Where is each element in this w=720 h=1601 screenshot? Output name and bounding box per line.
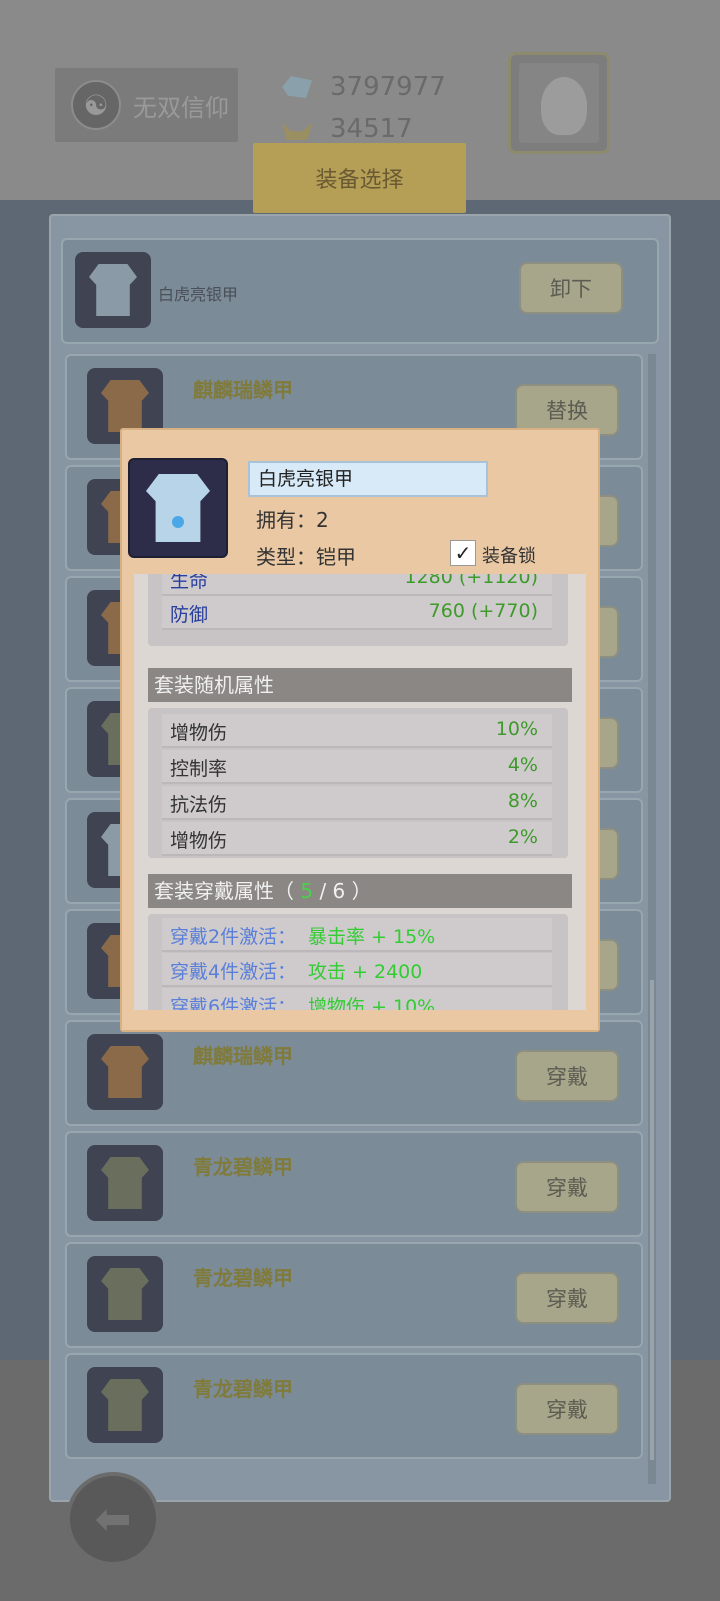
armor-icon bbox=[87, 1367, 163, 1443]
wear-title-suffix: / 6 ） bbox=[319, 879, 372, 903]
list-scrollbar-thumb[interactable] bbox=[650, 980, 654, 1460]
popup-equip-icon bbox=[128, 458, 228, 558]
current-equip-row: 卸下 bbox=[61, 238, 659, 344]
armor-icon bbox=[87, 1034, 163, 1110]
popup-stats-scroll[interactable]: 生命 1280 (+1120) 防御 760 (+770) 套装随机属性 增物伤… bbox=[134, 574, 586, 1010]
wear-stats-title: 套装穿戴属性（ 5 / 6 ） bbox=[148, 874, 572, 908]
equip-select-tab: 装备选择 bbox=[253, 143, 466, 213]
stat-value: 2% bbox=[507, 826, 538, 848]
wear-bonus-cond: 穿戴6件激活： bbox=[170, 996, 297, 1010]
current-equip-name: 白虎亮银甲 bbox=[158, 285, 239, 304]
list-item[interactable]: 青龙碧鳞甲 穿戴 bbox=[65, 1131, 643, 1237]
stat-row: 控制率 4% bbox=[162, 750, 552, 784]
back-button[interactable]: ⬅ bbox=[66, 1472, 160, 1566]
wear-bonus-effect: 增物伤 + 10% bbox=[308, 996, 436, 1010]
wear-title-prefix: 套装穿戴属性（ bbox=[154, 879, 294, 903]
armor-icon bbox=[87, 1145, 163, 1221]
popup-owned: 拥有：2 bbox=[256, 508, 329, 532]
stat-key: 增物伤 bbox=[170, 830, 228, 852]
list-item-name: 麒麟瑞鳞甲 bbox=[193, 1044, 293, 1068]
wear-bonus-cond: 穿戴4件激活： bbox=[170, 961, 297, 983]
list-item-name: 青龙碧鳞甲 bbox=[193, 1155, 293, 1179]
ingot-icon bbox=[282, 122, 312, 140]
ingot-count: 34517 bbox=[330, 114, 413, 144]
wear-bonus-row: 穿戴2件激活： 暴击率 + 15% bbox=[162, 918, 552, 952]
stat-key: 增物伤 bbox=[170, 722, 228, 744]
equip-lock-label: 装备锁 bbox=[482, 546, 536, 567]
popup-type: 类型：铠甲 bbox=[256, 545, 356, 569]
avatar-portrait bbox=[519, 63, 599, 143]
stat-row: 抗法伤 8% bbox=[162, 786, 552, 820]
stat-value: 4% bbox=[507, 754, 538, 776]
wear-bonus-cond: 穿戴2件激活： bbox=[170, 926, 297, 948]
back-arrow-icon: ⬅ bbox=[94, 1493, 132, 1545]
stat-value: 1280 (+1120) bbox=[404, 574, 539, 588]
faith-button[interactable]: ☯ 无双信仰 bbox=[55, 68, 238, 142]
armor-icon bbox=[87, 1256, 163, 1332]
equip-button[interactable]: 穿戴 bbox=[515, 1161, 619, 1213]
stat-row: 生命 1280 (+1120) bbox=[162, 574, 552, 596]
list-item-name: 青龙碧鳞甲 bbox=[193, 1266, 293, 1290]
equip-lock-checkbox[interactable]: ✓ bbox=[450, 540, 476, 566]
current-equip-icon bbox=[75, 252, 151, 328]
stat-value: 760 (+770) bbox=[428, 600, 538, 622]
ingot-resource: 34517 bbox=[282, 114, 413, 144]
gem-resource: 3797977 bbox=[282, 72, 446, 102]
stat-row: 增物伤 2% bbox=[162, 822, 552, 856]
stat-key: 抗法伤 bbox=[170, 794, 228, 816]
list-item[interactable]: 青龙碧鳞甲 穿戴 bbox=[65, 1242, 643, 1348]
wear-bonus-row: 穿戴4件激活： 攻击 + 2400 bbox=[162, 953, 552, 987]
list-item[interactable]: 青龙碧鳞甲 穿戴 bbox=[65, 1353, 643, 1459]
list-item-name: 麒麟瑞鳞甲 bbox=[193, 378, 293, 402]
stat-key: 控制率 bbox=[170, 758, 228, 780]
taiji-icon: ☯ bbox=[71, 80, 121, 130]
stat-row: 增物伤 10% bbox=[162, 714, 552, 748]
equip-button[interactable]: 穿戴 bbox=[515, 1050, 619, 1102]
wear-bonus-effect: 攻击 + 2400 bbox=[308, 961, 423, 983]
equip-button[interactable]: 穿戴 bbox=[515, 1272, 619, 1324]
wear-count: 5 bbox=[300, 879, 314, 903]
stat-value: 8% bbox=[507, 790, 538, 812]
stat-value: 10% bbox=[495, 718, 538, 740]
gem-count: 3797977 bbox=[330, 72, 446, 102]
stat-key: 生命 bbox=[170, 574, 209, 592]
faith-button-label: 无双信仰 bbox=[133, 93, 229, 122]
popup-equip-name: 白虎亮银甲 bbox=[248, 461, 488, 497]
list-item-name: 青龙碧鳞甲 bbox=[193, 1377, 293, 1401]
wear-bonus-row: 穿戴6件激活： 增物伤 + 10% bbox=[162, 988, 552, 1010]
random-stats-title: 套装随机属性 bbox=[148, 668, 572, 702]
unequip-button[interactable]: 卸下 bbox=[519, 262, 623, 314]
stat-row: 防御 760 (+770) bbox=[162, 596, 552, 630]
list-item[interactable]: 麒麟瑞鳞甲 穿戴 bbox=[65, 1020, 643, 1126]
gem-icon bbox=[282, 76, 312, 98]
wear-bonus-effect: 暴击率 + 15% bbox=[308, 926, 436, 948]
stat-key: 防御 bbox=[170, 604, 209, 626]
equip-button[interactable]: 穿戴 bbox=[515, 1383, 619, 1435]
avatar[interactable] bbox=[508, 52, 610, 154]
